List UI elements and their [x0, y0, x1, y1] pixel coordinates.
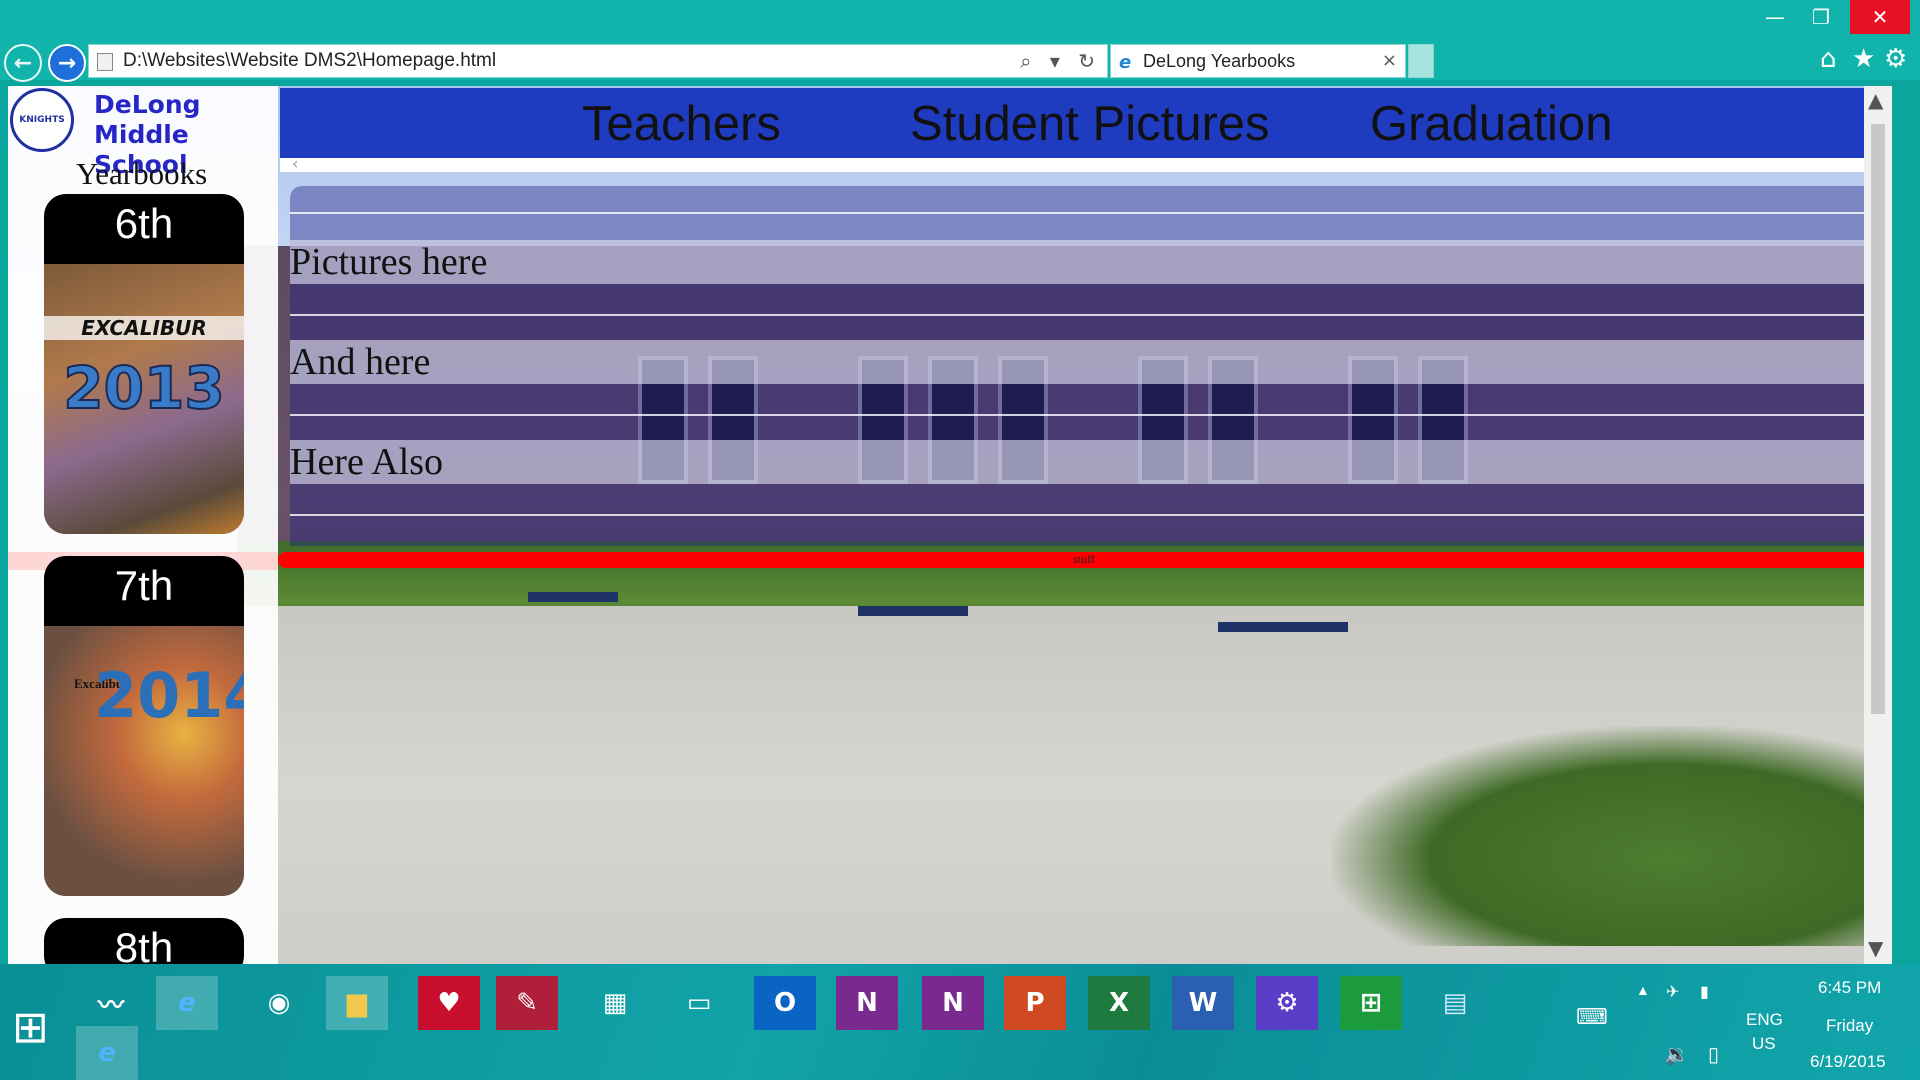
notepad-icon[interactable]: ▤ — [1424, 976, 1486, 1030]
footer-red-bar: stuff — [278, 552, 1890, 568]
ie-favicon-icon: e — [1119, 52, 1132, 73]
clock-date[interactable]: 6/19/2015 — [1810, 1052, 1886, 1072]
divider — [290, 314, 1888, 316]
onenote-clipper-icon[interactable]: N — [922, 976, 984, 1030]
iheartradio-icon[interactable]: ♥ — [418, 976, 480, 1030]
content-row-text: And here — [290, 341, 431, 383]
battery-icon[interactable]: ▯ — [1708, 1042, 1719, 1067]
internet-explorer-icon-second-row[interactable]: e — [76, 1026, 138, 1080]
powerpoint-icon[interactable]: P — [1004, 976, 1066, 1030]
yearbook-card-6th[interactable]: 6th EXCALIBUR 2013 — [44, 194, 244, 534]
tab-close-icon[interactable]: × — [1382, 50, 1397, 71]
volume-icon[interactable]: 🔉 — [1664, 1042, 1689, 1067]
yearbook-sidebar: KNIGHTS DeLong Middle School Yearbooks 6… — [8, 86, 278, 964]
back-arrow-icon: ← — [13, 50, 33, 76]
windows-taskbar: 〰 e ◉ ▆ ♥ ✎ ▦ ▭ O N N P X W ⚙ ⊞ ▤ e ⌨ ▲ … — [0, 964, 1920, 1080]
nav-link-teachers[interactable]: Teachers — [582, 96, 781, 152]
yearbook-grade-label: 8th — [114, 924, 174, 964]
content-row: Pictures here — [290, 240, 1888, 284]
school-logo-icon[interactable]: KNIGHTS — [10, 88, 74, 152]
footer-bar-text: stuff — [1073, 552, 1095, 566]
nav-link-student-pictures[interactable]: Student Pictures — [910, 96, 1270, 152]
nav-link-graduation[interactable]: Graduation — [1370, 96, 1612, 152]
file-explorer-icon[interactable]: ▆ — [326, 976, 388, 1030]
windows-tiles-icon[interactable]: ▦ — [584, 976, 646, 1030]
yearbooks-heading: Yearbooks — [76, 156, 208, 191]
minimize-button[interactable]: — — [1752, 0, 1798, 34]
restore-button[interactable]: ❐ — [1798, 0, 1844, 34]
nav-horizontal-scrollbar[interactable]: ‹ › — [280, 154, 1892, 173]
address-bar[interactable]: D:\Websites\Website DMS2\Homepage.html ⌕… — [88, 44, 1108, 78]
content-row-text: Here Also — [290, 441, 444, 483]
messenger-icon[interactable]: ◉ — [248, 976, 310, 1030]
scroll-up-icon[interactable]: ▲ — [1868, 88, 1883, 112]
remote-desktop-icon[interactable]: ▭ — [668, 976, 730, 1030]
content-row: Here Also — [290, 440, 1888, 484]
tab-delong-yearbooks[interactable]: e DeLong Yearbooks × — [1110, 44, 1406, 78]
red-app-icon[interactable]: ✎ — [496, 976, 558, 1030]
content-row: And here — [290, 340, 1888, 384]
yearbook-grade-label: 6th — [114, 200, 174, 247]
home-icon[interactable]: ⌂ — [1820, 44, 1837, 74]
excel-icon[interactable]: X — [1088, 976, 1150, 1030]
word-icon[interactable]: W — [1172, 976, 1234, 1030]
store-icon[interactable]: ⊞ — [1340, 976, 1402, 1030]
language-indicator[interactable]: ENG — [1746, 1010, 1783, 1030]
settings-app-icon[interactable]: ⚙ — [1256, 976, 1318, 1030]
yearbook-card-8th[interactable]: 8th — [44, 918, 244, 964]
divider — [290, 514, 1888, 516]
forward-arrow-icon: → — [57, 50, 77, 76]
content-row-text: Pictures here — [290, 241, 488, 283]
yearbook-cover-image[interactable]: Excalibur 2014 — [44, 626, 244, 896]
yearbook-card-7th[interactable]: 7th Excalibur 2014 — [44, 556, 244, 896]
new-tab-button[interactable] — [1408, 44, 1434, 78]
scroll-down-icon[interactable]: ▼ — [1868, 936, 1883, 960]
cover-year: 2014 — [94, 659, 244, 732]
scroll-left-icon[interactable]: ‹ — [292, 154, 298, 173]
address-url[interactable]: D:\Websites\Website DMS2\Homepage.html — [123, 50, 496, 72]
search-refresh-icons[interactable]: ⌕ ▾ ↻ — [1020, 49, 1101, 73]
school-name-line1: DeLong — [94, 90, 201, 119]
resource-monitor-icon[interactable]: 〰 — [80, 976, 142, 1030]
onenote-icon[interactable]: N — [836, 976, 898, 1030]
back-button[interactable]: ← — [4, 44, 42, 82]
settings-gear-icon[interactable]: ⚙ — [1884, 44, 1907, 74]
divider — [290, 414, 1888, 416]
clock-time[interactable]: 6:45 PM — [1818, 978, 1881, 998]
cover-year: 2013 — [62, 353, 225, 423]
forward-button[interactable]: → — [48, 44, 86, 82]
page-icon — [97, 53, 113, 71]
favorites-star-icon[interactable]: ★ — [1852, 44, 1875, 74]
internet-explorer-icon[interactable]: e — [156, 976, 218, 1030]
clock-day[interactable]: Friday — [1826, 1016, 1873, 1036]
top-navigation: Teachers Student Pictures Graduation — [280, 88, 1892, 158]
yearbook-grade-label: 7th — [114, 562, 174, 609]
touch-keyboard-icon[interactable]: ⌨ — [1576, 1004, 1608, 1030]
outlook-icon[interactable]: O — [754, 976, 816, 1030]
scrollbar-thumb[interactable] — [1871, 124, 1885, 714]
close-window-button[interactable]: ✕ — [1850, 0, 1910, 34]
vertical-scrollbar[interactable]: ▲ ▼ — [1864, 86, 1892, 964]
tab-title: DeLong Yearbooks — [1143, 51, 1296, 71]
network-icon[interactable]: ✈ — [1666, 982, 1679, 1002]
wifi-signal-icon[interactable]: ▮ — [1700, 982, 1709, 1002]
cover-title: EXCALIBUR — [44, 316, 244, 340]
language-region[interactable]: US — [1752, 1034, 1776, 1054]
page-viewport: KNIGHTS DeLong Middle School Yearbooks 6… — [8, 86, 1892, 964]
divider — [290, 212, 1888, 214]
browser-titlebar: — ❐ ✕ ← → D:\Websites\Website DMS2\Homep… — [0, 0, 1920, 82]
start-windows-icon[interactable]: ⊞ — [12, 1002, 49, 1053]
show-hidden-icons-icon[interactable]: ▲ — [1636, 982, 1650, 998]
yearbook-cover-image[interactable]: EXCALIBUR 2013 — [44, 264, 244, 534]
